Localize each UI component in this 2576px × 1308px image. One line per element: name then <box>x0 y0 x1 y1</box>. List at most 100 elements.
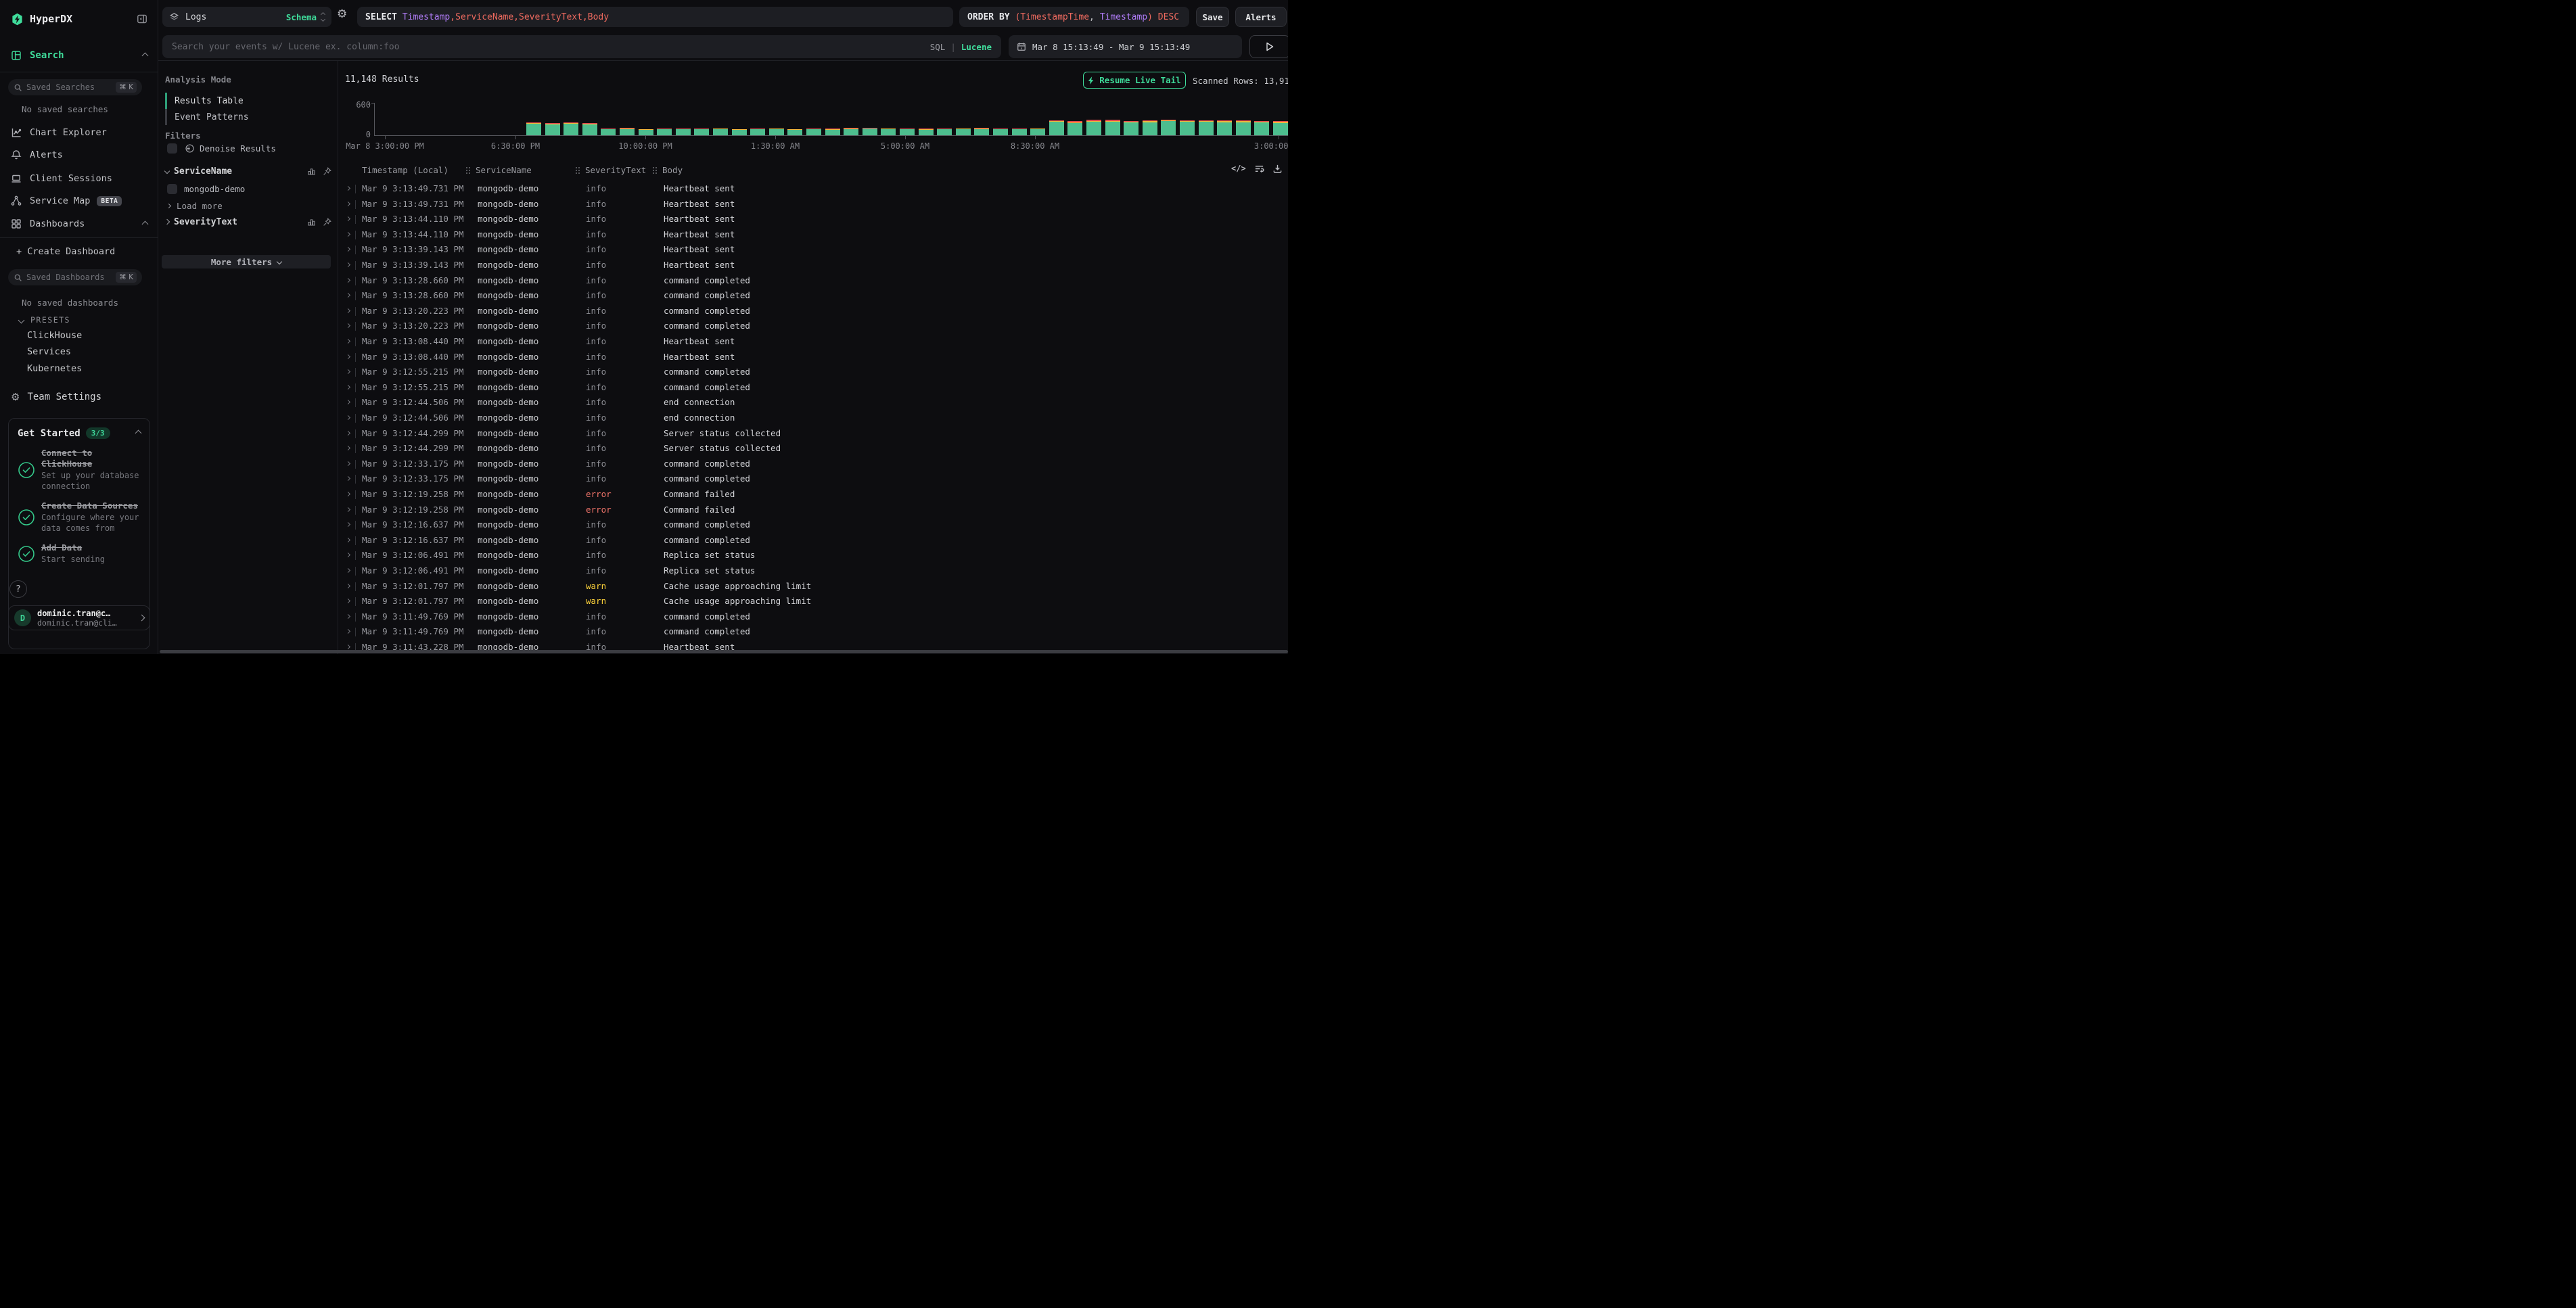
table-row[interactable]: Mar 9 3:12:33.175 PMmongodb-demoinfocomm… <box>338 471 1288 487</box>
expand-row-icon[interactable] <box>346 247 350 252</box>
table-row[interactable]: Mar 9 3:12:01.797 PMmongodb-demowarnCach… <box>338 579 1288 594</box>
histogram-bar[interactable] <box>526 122 541 135</box>
chevron-up-icon[interactable] <box>142 52 149 59</box>
table-row[interactable]: Mar 9 3:13:49.731 PMmongodb-demoinfoHear… <box>338 197 1288 212</box>
histogram-bar[interactable] <box>806 129 821 135</box>
histogram-bar[interactable] <box>1236 120 1251 135</box>
filter-checkbox[interactable] <box>167 184 177 194</box>
col-header-servicename[interactable]: ServiceName <box>465 161 532 179</box>
histogram-bar[interactable] <box>881 129 896 136</box>
nav-team-settings[interactable]: ⚙ Team Settings <box>0 388 158 406</box>
histogram-bar[interactable] <box>639 129 653 136</box>
sidebar-item-dashboards[interactable]: Dashboards <box>0 214 158 233</box>
histogram-bar[interactable] <box>750 129 765 135</box>
orderby-clause-input[interactable]: ORDER BY (TimestampTime, Timestamp) DESC <box>959 7 1189 27</box>
schema-link[interactable]: Schema <box>286 12 317 22</box>
histogram-bar[interactable] <box>844 128 858 135</box>
get-started-header[interactable]: Get Started 3/3 <box>18 427 141 439</box>
get-started-item-0[interactable]: Connect to ClickHouseSet up your databas… <box>18 448 141 492</box>
table-row[interactable]: Mar 9 3:13:39.143 PMmongodb-demoinfoHear… <box>338 242 1288 258</box>
histogram-bar[interactable] <box>564 122 578 135</box>
table-row[interactable]: Mar 9 3:13:20.223 PMmongodb-demoinfocomm… <box>338 304 1288 319</box>
expand-row-icon[interactable] <box>346 629 350 634</box>
table-row[interactable]: Mar 9 3:12:44.506 PMmongodb-demoinfoend … <box>338 395 1288 411</box>
histogram-bar[interactable] <box>1086 120 1101 135</box>
histogram-bar[interactable] <box>657 129 672 135</box>
preset-clickhouse[interactable]: ClickHouse <box>27 330 82 341</box>
get-started-item-2[interactable]: Add DataStart sending <box>18 542 141 565</box>
col-header-severitytext[interactable]: SeverityText <box>575 161 646 179</box>
expand-row-icon[interactable] <box>346 400 350 404</box>
table-row[interactable]: Mar 9 3:12:44.299 PMmongodb-demoinfoServ… <box>338 441 1288 457</box>
drag-grip-icon[interactable] <box>652 166 658 174</box>
histogram-bar[interactable] <box>1254 121 1269 136</box>
histogram-bar[interactable] <box>900 129 915 135</box>
histogram-bar[interactable] <box>620 128 635 135</box>
expand-row-icon[interactable] <box>346 308 350 313</box>
histogram-bar[interactable] <box>1012 129 1027 135</box>
chart-icon[interactable] <box>307 218 316 227</box>
horizontal-scrollbar[interactable] <box>160 650 1288 653</box>
sidebar-collapse-icon[interactable] <box>137 14 147 24</box>
user-card[interactable]: D dominic.tran@c… dominic.tran@cli… <box>8 605 150 630</box>
table-row[interactable]: Mar 9 3:13:44.110 PMmongodb-demoinfoHear… <box>338 212 1288 227</box>
histogram-bar[interactable] <box>1105 120 1120 135</box>
preset-kubernetes[interactable]: Kubernetes <box>27 363 82 374</box>
presets-toggle[interactable]: PRESETS <box>0 314 158 326</box>
histogram-bar[interactable] <box>601 129 616 135</box>
table-row[interactable]: Mar 9 3:13:20.223 PMmongodb-demoinfocomm… <box>338 319 1288 334</box>
table-row[interactable]: Mar 9 3:12:19.258 PMmongodb-demoerrorCom… <box>338 487 1288 503</box>
table-row[interactable]: Mar 9 3:12:55.215 PMmongodb-demoinfocomm… <box>338 365 1288 380</box>
table-row[interactable]: Mar 9 3:13:44.110 PMmongodb-demoinfoHear… <box>338 227 1288 243</box>
table-row[interactable]: Mar 9 3:11:49.769 PMmongodb-demoinfocomm… <box>338 609 1288 625</box>
histogram-bar[interactable] <box>1273 121 1288 135</box>
denoise-checkbox[interactable] <box>167 143 177 154</box>
create-dashboard-button[interactable]: + Create Dashboard <box>16 246 115 257</box>
histogram-bar[interactable] <box>1067 121 1082 135</box>
expand-row-icon[interactable] <box>346 584 350 588</box>
expand-row-icon[interactable] <box>346 293 350 298</box>
expand-row-icon[interactable] <box>346 278 350 283</box>
event-search-bar[interactable]: SQL | Lucene <box>162 35 1001 58</box>
expand-row-icon[interactable] <box>346 568 350 573</box>
col-header-timestamp[interactable]: Timestamp (Local) <box>362 161 448 179</box>
histogram-bar[interactable] <box>713 129 728 136</box>
table-row[interactable]: Mar 9 3:13:39.143 PMmongodb-demoinfoHear… <box>338 258 1288 273</box>
saved-dashboards-field[interactable] <box>26 273 116 282</box>
saved-searches-input[interactable]: ⌘ K <box>8 79 142 95</box>
sidebar-item-alerts[interactable]: Alerts <box>0 145 158 164</box>
mode-results-table[interactable]: Results Table <box>165 93 321 109</box>
expand-row-icon[interactable] <box>346 645 350 649</box>
expand-row-icon[interactable] <box>346 553 350 557</box>
expand-row-icon[interactable] <box>346 354 350 359</box>
table-row[interactable]: Mar 9 3:12:19.258 PMmongodb-demoerrorCom… <box>338 503 1288 518</box>
histogram-bar[interactable] <box>1199 120 1214 135</box>
resume-live-tail-button[interactable]: Resume Live Tail <box>1083 72 1186 89</box>
histogram-bar[interactable] <box>769 129 784 135</box>
run-query-button[interactable] <box>1249 35 1288 58</box>
table-row[interactable]: Mar 9 3:12:44.506 PMmongodb-demoinfoend … <box>338 411 1288 426</box>
filter-group-servicename[interactable]: ServiceName <box>165 164 331 178</box>
lang-sql-toggle[interactable]: SQL <box>930 42 946 52</box>
table-row[interactable]: Mar 9 3:13:28.660 PMmongodb-demoinfocomm… <box>338 273 1288 289</box>
help-button[interactable]: ? <box>9 580 27 598</box>
filter-group-severitytext[interactable]: SeverityText <box>165 215 331 229</box>
drag-grip-icon[interactable] <box>465 166 471 174</box>
pin-icon[interactable] <box>323 167 331 176</box>
save-button[interactable]: Save <box>1196 7 1229 27</box>
table-row[interactable]: Mar 9 3:12:33.175 PMmongodb-demoinfocomm… <box>338 457 1288 472</box>
table-row[interactable]: Mar 9 3:13:08.440 PMmongodb-demoinfoHear… <box>338 350 1288 365</box>
alerts-button[interactable]: Alerts <box>1235 7 1287 27</box>
table-row[interactable]: Mar 9 3:12:01.797 PMmongodb-demowarnCach… <box>338 594 1288 609</box>
saved-searches-field[interactable] <box>26 83 116 92</box>
expand-row-icon[interactable] <box>346 369 350 374</box>
histogram-bar[interactable] <box>993 129 1008 135</box>
col-header-body[interactable]: Body <box>652 161 683 179</box>
wrap-lines-icon[interactable] <box>1254 164 1264 174</box>
date-range-picker[interactable]: Mar 8 15:13:49 - Mar 9 15:13:49 <box>1009 35 1242 58</box>
expand-row-icon[interactable] <box>346 538 350 542</box>
histogram-bar[interactable] <box>1143 120 1157 135</box>
denoise-results-row[interactable]: Denoise Results <box>167 142 329 154</box>
histogram-bar[interactable] <box>1217 120 1232 135</box>
histogram-bar[interactable] <box>1180 120 1195 135</box>
